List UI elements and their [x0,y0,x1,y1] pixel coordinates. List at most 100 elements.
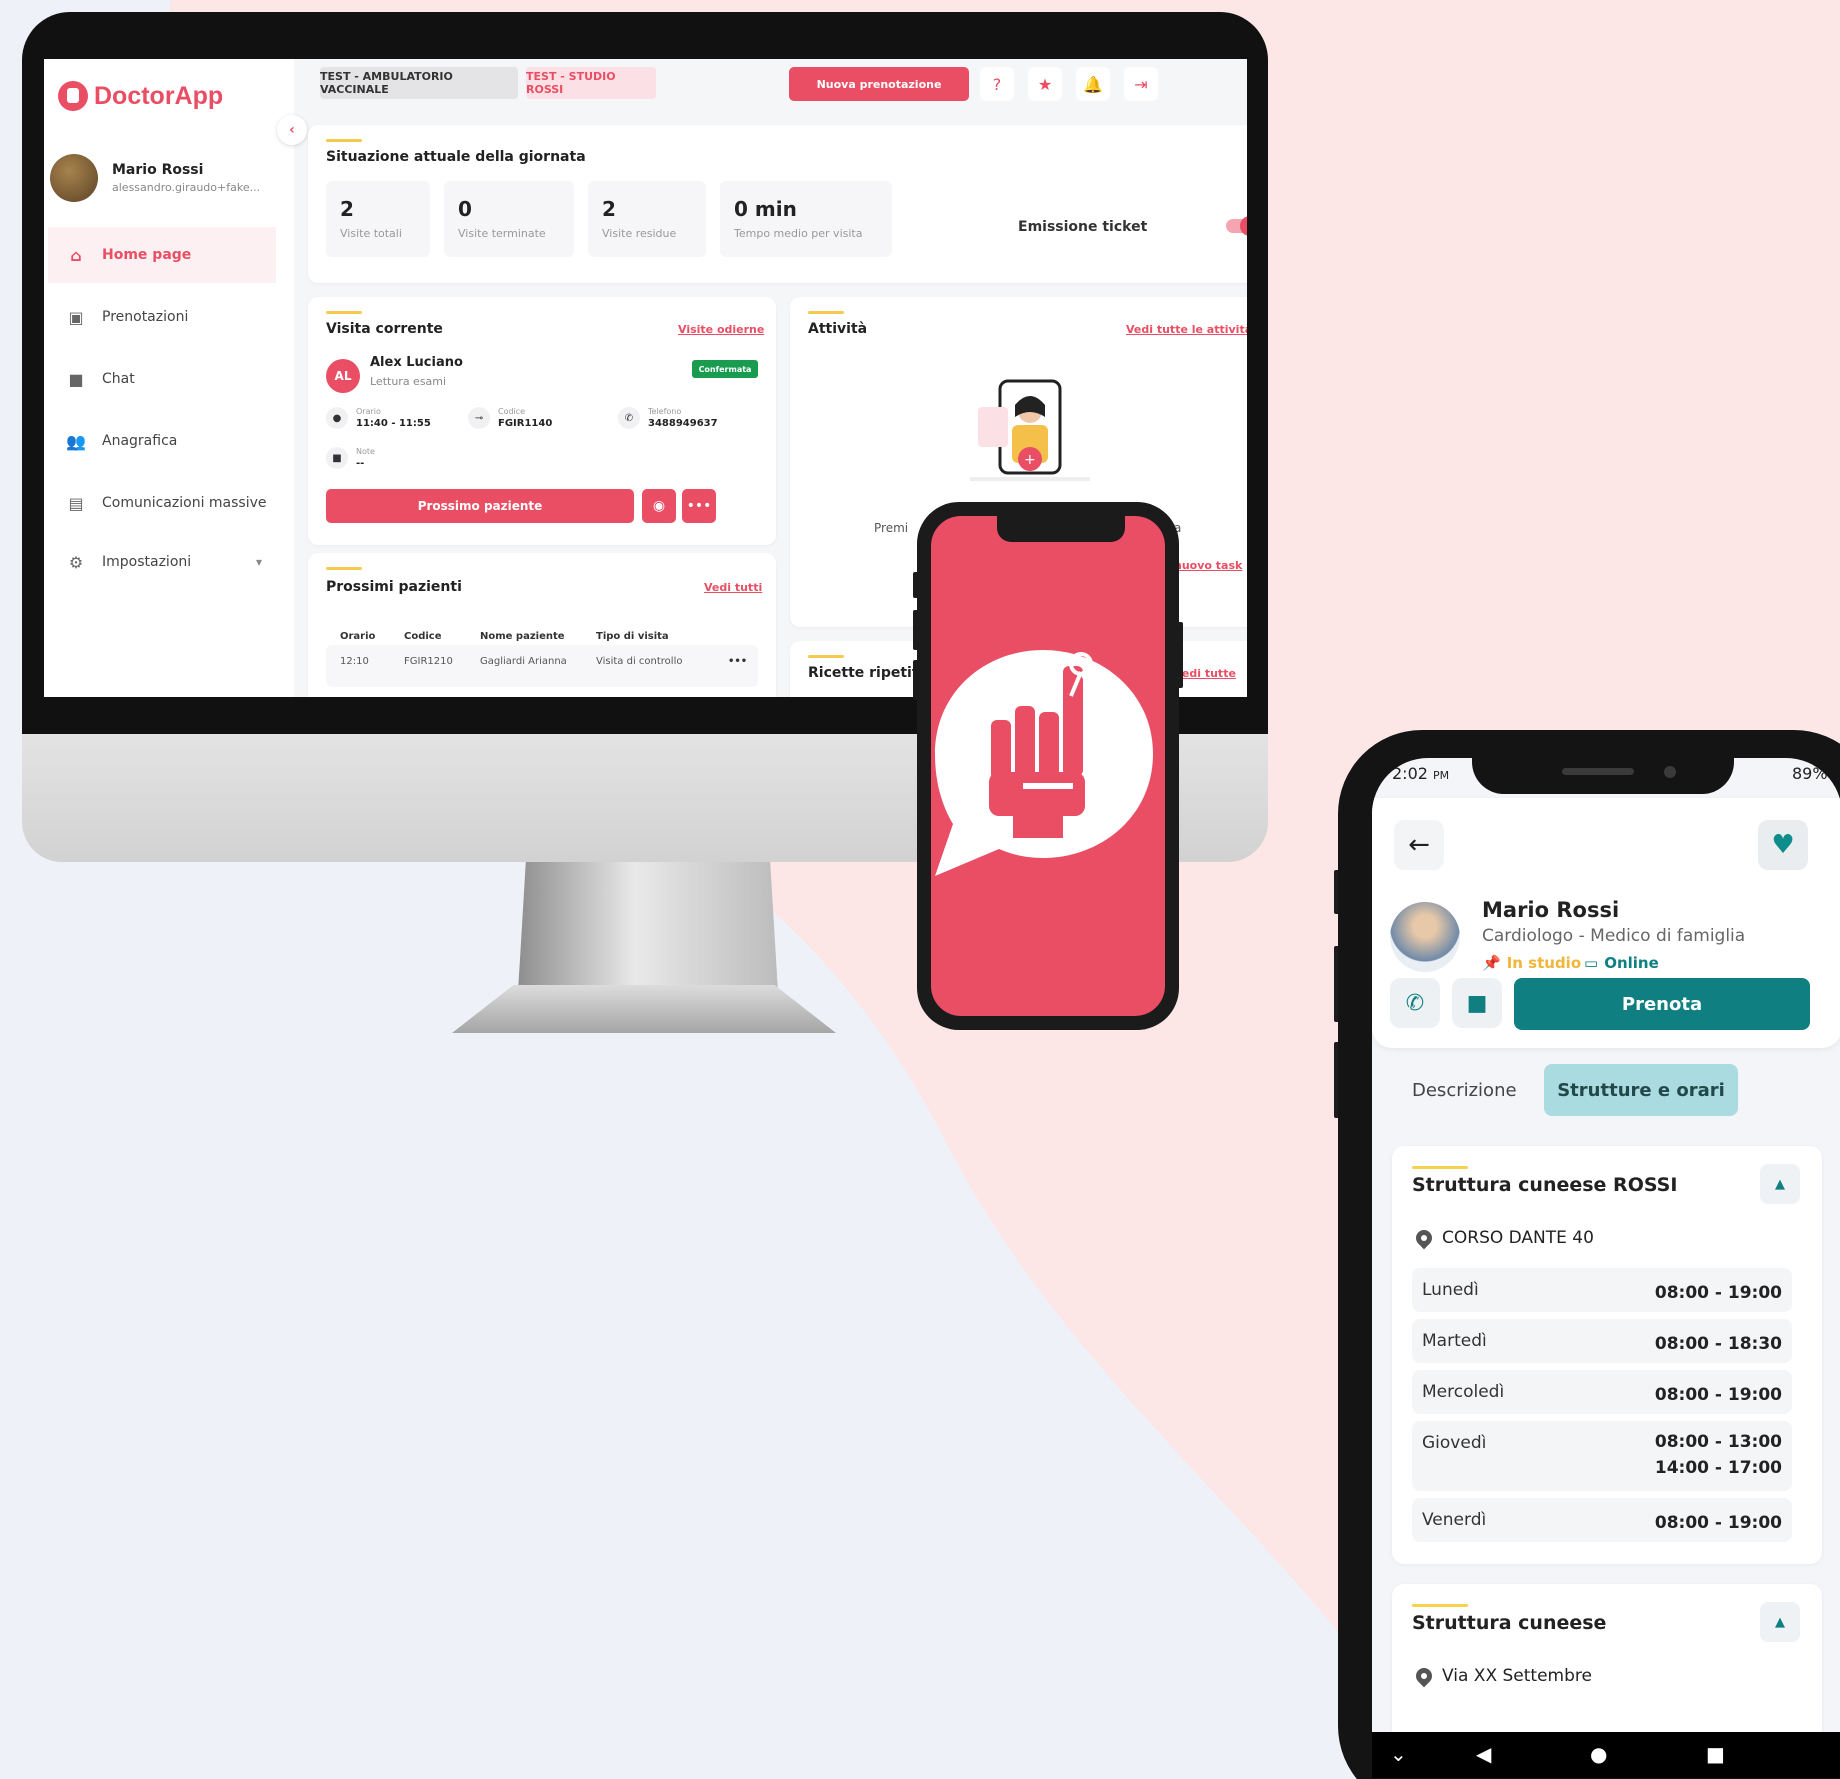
info-label: Codice [498,407,526,416]
sidebar-item-prenotazioni[interactable]: ▣ Prenotazioni [48,289,276,345]
stat-label: Visite residue [602,227,677,240]
codice-info: ⊸ Codice FGIR1140 [468,407,552,429]
situation-title: Situazione attuale della giornata [326,149,586,165]
stat-label: Visite totali [340,227,402,240]
activity-hint-left: Premi [874,521,909,535]
hours-time: 08:00 - 19:00 [1654,1385,1782,1405]
today-visits-link[interactable]: Visite odierne [678,323,764,336]
status-time-ampm: PM [1433,769,1450,782]
structure-chip-studio[interactable]: TEST - STUDIO ROSSI [526,67,656,99]
accent-line [808,311,844,314]
accent-line [808,655,844,658]
stat-tempo-medio: 0 min Tempo medio per visita [720,181,892,257]
collapse-up-icon[interactable]: ▲ [1760,1602,1800,1642]
row-more-icon[interactable]: ••• [728,656,747,667]
info-value: 3488949637 [648,418,718,429]
svg-text:+: + [1024,452,1036,468]
info-label: Telefono [648,407,682,416]
sidebar-item-home[interactable]: ⌂ Home page [48,227,276,283]
back-arrow-icon[interactable]: ← [1394,820,1444,870]
mobile-screen: 2:02 PM 89% ← ♥ Mario Rossi Cardiologo -… [1372,758,1840,1778]
bell-icon[interactable]: 🔔 [1076,67,1110,101]
info-label: Orario [356,407,381,416]
see-all-recipes-link[interactable]: Vedi tutte [1174,667,1236,680]
column-header: Orario [340,631,376,642]
activity-title: Attività [808,321,868,337]
ticket-label: Emissione ticket [1018,219,1148,235]
new-booking-button[interactable]: Nuova prenotazione [789,67,969,101]
tab-strutture-orari[interactable]: Strutture e orari [1544,1064,1738,1116]
online-tag: ▭ Online [1584,954,1659,972]
address-text: CORSO DANTE 40 [1442,1228,1594,1248]
hours-time: 08:00 - 19:00 [1654,1283,1782,1303]
hours-row: Martedì 08:00 - 18:30 [1412,1319,1792,1363]
ticket-toggle[interactable] [1226,216,1247,236]
announcement-icon: ▤ [68,493,84,513]
front-camera [1664,766,1676,778]
sidebar-item-label: Anagrafica [102,433,178,449]
note-info: ■ Note -- [326,447,375,469]
splash-screen [931,516,1165,1016]
structure-chip-ambulatorio[interactable]: TEST - AMBULATORIO VACCINALE [320,67,518,99]
info-value: 11:40 - 11:55 [356,418,431,429]
hours-row: Venerdì 08:00 - 19:00 [1412,1498,1792,1542]
chat-icon[interactable]: ■ [1452,978,1502,1028]
doctor-profile-card: ← ♥ Mario Rossi Cardiologo - Medico di f… [1372,798,1840,1048]
stat-visite-residue: 2 Visite residue [588,181,706,257]
book-button[interactable]: Prenota [1514,978,1810,1030]
user-name: Mario Rossi [112,162,204,178]
sidebar-item-chat[interactable]: ■ Chat [48,351,276,407]
tab-descrizione[interactable]: Descrizione [1412,1080,1517,1101]
hours-day: Lunedì [1422,1280,1479,1300]
nav-home-icon[interactable]: ● [1590,1742,1607,1766]
logout-icon[interactable]: ⇥ [1124,67,1158,101]
accent-line [326,311,362,314]
cell-orario: 12:10 [340,656,369,667]
chevron-down-icon: ▾ [255,555,262,569]
see-all-activities-link[interactable]: Vedi tutte le attività [1126,323,1247,336]
doctor-avatar [1390,902,1460,972]
app-logo[interactable]: DoctorApp [58,81,223,111]
hours-time: 08:00 - 19:00 [1654,1513,1782,1533]
help-icon[interactable]: ? [980,67,1014,101]
user-email: alessandro.giraudo+fake... [112,181,261,194]
eye-icon[interactable]: ◉ [642,489,676,523]
sidebar-item-impostazioni[interactable]: ⚙ Impostazioni ▾ [48,534,276,590]
logo-text: DoctorApp [94,81,224,110]
sidebar-item-comunicazioni[interactable]: ▤ Comunicazioni massive [48,475,276,531]
current-visit-title: Visita corrente [326,321,443,337]
current-visit-card: Visita corrente Visite odierne AL Alex L… [308,297,776,545]
column-header: Nome paziente [480,631,565,642]
info-value: -- [356,458,365,469]
star-icon[interactable]: ★ [1028,67,1062,101]
user-profile[interactable]: Mario Rossi alessandro.giraudo+fake... [50,154,260,202]
situation-card: Situazione attuale della giornata 2 Visi… [308,125,1247,283]
structure-title: Struttura cuneese [1412,1612,1607,1634]
android-nav-bar: ⌄ ◀ ● ■ [1372,1732,1840,1778]
hours-row: Lunedì 08:00 - 19:00 [1412,1268,1792,1312]
app-splash-logo-icon [935,650,1153,876]
see-all-link[interactable]: Vedi tutti [704,581,762,594]
collapse-sidebar-button[interactable]: ‹ [277,115,307,145]
heart-icon[interactable]: ♥ [1758,820,1808,870]
stat-visite-totali: 2 Visite totali [326,181,430,257]
note-icon: ■ [326,447,348,469]
next-patient-button[interactable]: Prossimo paziente [326,489,634,523]
hours-day: Giovedì [1422,1433,1487,1453]
stat-value: 2 [340,197,354,221]
phone-icon: ✆ [618,407,640,429]
phone-icon[interactable]: ✆ [1390,978,1440,1028]
info-label: Note [356,447,375,456]
collapse-up-icon[interactable]: ▲ [1760,1164,1800,1204]
sidebar-item-anagrafica[interactable]: 👥 Anagrafica [48,413,276,469]
new-task-link[interactable]: nuovo task [1174,559,1242,572]
hours-time-afternoon: 14:00 - 17:00 [1654,1458,1782,1478]
battery-status: 89% [1792,764,1828,783]
location-pin-icon [1412,1226,1436,1250]
cell-nome: Gagliardi Arianna [480,656,567,667]
nav-recents-icon[interactable]: ■ [1706,1742,1725,1766]
phone-notch [1472,758,1734,794]
nav-back-icon[interactable]: ◀ [1476,1742,1491,1766]
more-icon[interactable]: ••• [682,489,716,523]
chevron-down-icon[interactable]: ⌄ [1390,1742,1407,1766]
